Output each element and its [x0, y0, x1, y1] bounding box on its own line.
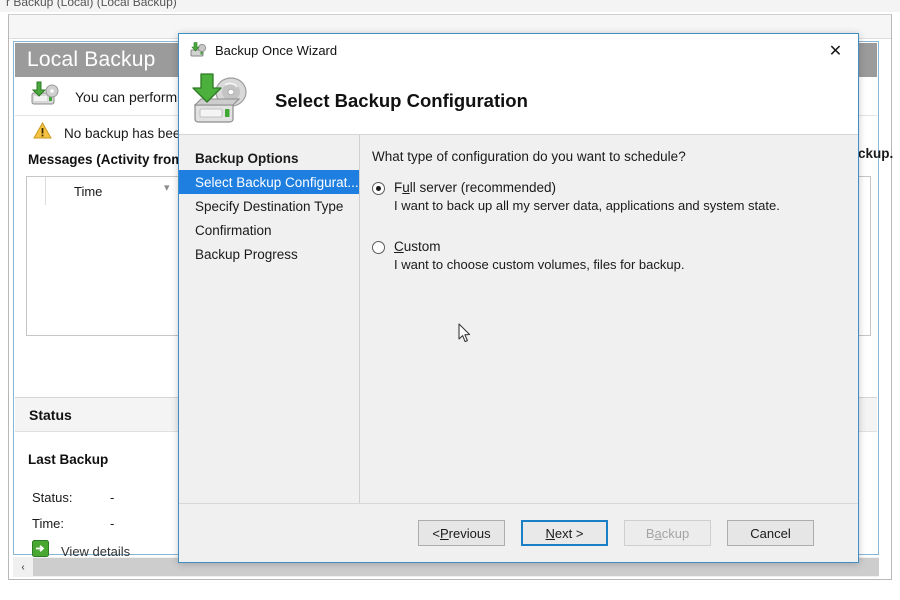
accelerator-char: C — [394, 239, 404, 254]
wizard-body: Backup Options Select Backup Configurat.… — [179, 135, 858, 503]
wizard-step-confirmation[interactable]: Confirmation — [179, 218, 359, 242]
label-part: revious — [448, 525, 491, 541]
radio-custom-indicator[interactable] — [372, 241, 385, 254]
scroll-left-arrow-icon[interactable]: ‹ — [13, 557, 33, 577]
sort-chevron-down-icon: ▾ — [164, 182, 170, 194]
cancel-button[interactable]: Cancel — [727, 520, 814, 546]
wizard-titlebar[interactable]: Backup Once Wizard ✕ — [179, 34, 858, 67]
next-button[interactable]: Next > — [521, 520, 608, 546]
radio-custom-description: I want to choose custom volumes, files f… — [394, 257, 685, 272]
warning-icon — [33, 121, 52, 144]
wizard-step-label: Backup Options — [195, 150, 299, 166]
wizard-step-specify-destination-type[interactable]: Specify Destination Type — [179, 194, 359, 218]
label-part: ustom — [403, 239, 441, 254]
backup-once-wizard-dialog: Backup Once Wizard ✕ Select Backup Confi… — [178, 33, 859, 563]
radio-full-server-indicator[interactable] — [372, 182, 385, 195]
page-title: Select Backup Configuration — [275, 89, 528, 111]
wizard-step-backup-progress[interactable]: Backup Progress — [179, 242, 359, 266]
wizard-step-label: Backup Progress — [195, 246, 298, 262]
wizard-step-backup-options[interactable]: Backup Options — [179, 146, 359, 170]
wizard-step-label: Specify Destination Type — [195, 198, 344, 214]
radio-full-server-description: I want to back up all my server data, ap… — [394, 198, 780, 213]
console-titlebar-text: r Backup (Local) (Local Backup) — [6, 0, 177, 9]
accelerator-char: P — [440, 525, 449, 541]
label-part: ll server (recommended) — [409, 180, 557, 195]
wizard-step-nav: Backup Options Select Backup Configurat.… — [179, 135, 360, 503]
wizard-step-label: Confirmation — [195, 222, 272, 238]
accelerator-char: N — [545, 525, 555, 541]
last-backup-title: Last Backup — [28, 452, 109, 467]
wizard-footer: < Previous Next > Ba ckup Cancel — [179, 503, 858, 562]
label-part: F — [394, 180, 403, 195]
backup-disk-icon — [187, 72, 251, 130]
radio-option-full-server[interactable]: Full server (recommended) — [372, 180, 858, 195]
last-backup-status-label: Status: — [32, 490, 73, 505]
wizard-step-label: Select Backup Configurat... — [195, 174, 359, 190]
label-part: ckup — [661, 525, 690, 541]
messages-column-time-label: Time — [74, 183, 103, 199]
label-part: B — [645, 525, 655, 541]
previous-button[interactable]: < Previous — [418, 520, 505, 546]
radio-option-custom[interactable]: Custom — [372, 239, 858, 254]
label-part: ext > — [554, 525, 584, 541]
accelerator-char: u — [402, 180, 410, 195]
backup-button: Ba ckup — [624, 520, 711, 546]
backup-sync-icon — [29, 81, 61, 112]
no-backup-warning-text: No backup has been — [64, 125, 188, 141]
label-part: < — [432, 525, 440, 541]
local-backup-intro-text: You can perform — [75, 88, 178, 105]
local-backup-heading: Local Backup — [27, 48, 156, 71]
wizard-main-content: What type of configuration do you want t… — [360, 135, 858, 503]
radio-custom-label[interactable]: Custom — [394, 239, 441, 254]
accelerator-char: a — [654, 525, 662, 541]
label-part: Cancel — [750, 525, 791, 541]
background-text-fragment: ckup. — [858, 146, 894, 161]
backup-wizard-icon — [190, 42, 207, 59]
configuration-question: What type of configuration do you want t… — [372, 149, 686, 164]
close-icon[interactable]: ✕ — [813, 34, 858, 67]
status-section-title: Status — [29, 406, 72, 423]
console-titlebar: r Backup (Local) (Local Backup) — [0, 0, 900, 12]
wizard-title-label: Backup Once Wizard — [215, 43, 338, 58]
last-backup-status-value: - — [110, 490, 115, 505]
last-backup-time-value: - — [110, 516, 115, 531]
wizard-banner: Select Backup Configuration — [179, 67, 858, 135]
last-backup-time-label: Time: — [32, 516, 65, 531]
wizard-step-select-backup-configuration[interactable]: Select Backup Configurat... — [179, 170, 359, 194]
radio-full-server-label[interactable]: Full server (recommended) — [394, 180, 556, 195]
